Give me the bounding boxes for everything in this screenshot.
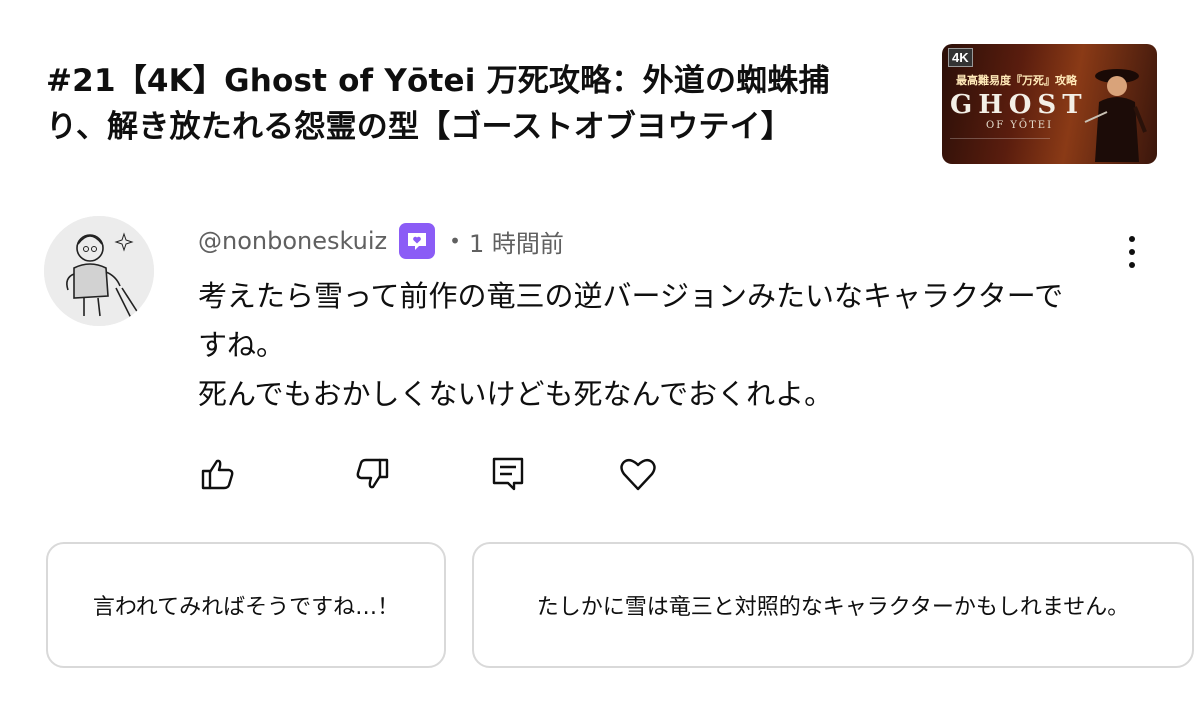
comment-line: 死んでもおかしくないけども死なんでおくれよ。: [198, 377, 834, 411]
thumbnail-logo: GHOST: [950, 90, 1088, 120]
video-title-line-2: り、解き放たれる怨霊の型【ゴーストオブヨウテイ】: [46, 109, 793, 145]
samurai-figure-image: [1084, 69, 1147, 162]
comment-timestamp: 1 時間前: [468, 229, 564, 258]
thumbs-up-icon[interactable]: [196, 452, 240, 496]
avatar-drawing-icon: [44, 216, 154, 326]
comment-line: 考えたら雪って前作の竜三の逆バージョンみたいなキャラクターで: [198, 279, 1064, 313]
suggested-reply-button[interactable]: 言われてみればそうですね…！: [46, 542, 446, 668]
video-title-line-1: #21【4K】Ghost of Yōtei 万死攻略：外道の蜘蛛捕: [46, 63, 830, 99]
member-badge-icon: [399, 223, 436, 259]
reply-icon[interactable]: [486, 452, 530, 496]
thumbnail-logo-sub: OF YŌTEI: [986, 120, 1054, 131]
suggested-reply-button[interactable]: たしかに雪は竜三と対照的なキャラクターかもしれません。: [472, 542, 1194, 668]
video-thumbnail[interactable]: 4K 最高難易度『万死』攻略 GHOST OF YŌTEI: [942, 44, 1157, 164]
comment-meta: @nonboneskuiz • 1 時間前: [198, 223, 564, 259]
thumbnail-subtitle: 最高難易度『万死』攻略: [956, 74, 1077, 87]
thumbnail-4k-badge: 4K: [948, 48, 973, 67]
thumbnail-fine-print: [950, 138, 1050, 159]
commenter-avatar[interactable]: [44, 216, 154, 326]
more-options-icon[interactable]: [1118, 232, 1146, 272]
thumbs-down-icon[interactable]: [350, 452, 394, 496]
comment-author[interactable]: @nonboneskuiz: [198, 227, 387, 255]
meta-separator: •: [449, 229, 461, 253]
comment-line: すね。: [198, 328, 286, 362]
video-title[interactable]: #21【4K】Ghost of Yōtei 万死攻略：外道の蜘蛛捕 り、解き放た…: [46, 58, 906, 150]
comment-actions: [0, 452, 1200, 496]
suggested-reply-label: たしかに雪は竜三と対照的なキャラクターかもしれません。: [536, 595, 1130, 620]
suggested-reply-label: 言われてみればそうですね…！: [92, 595, 400, 620]
heart-icon[interactable]: [616, 452, 660, 496]
comment-text: 考えたら雪って前作の竜三の逆バージョンみたいなキャラクターで すね。 死んでもお…: [198, 272, 1138, 419]
